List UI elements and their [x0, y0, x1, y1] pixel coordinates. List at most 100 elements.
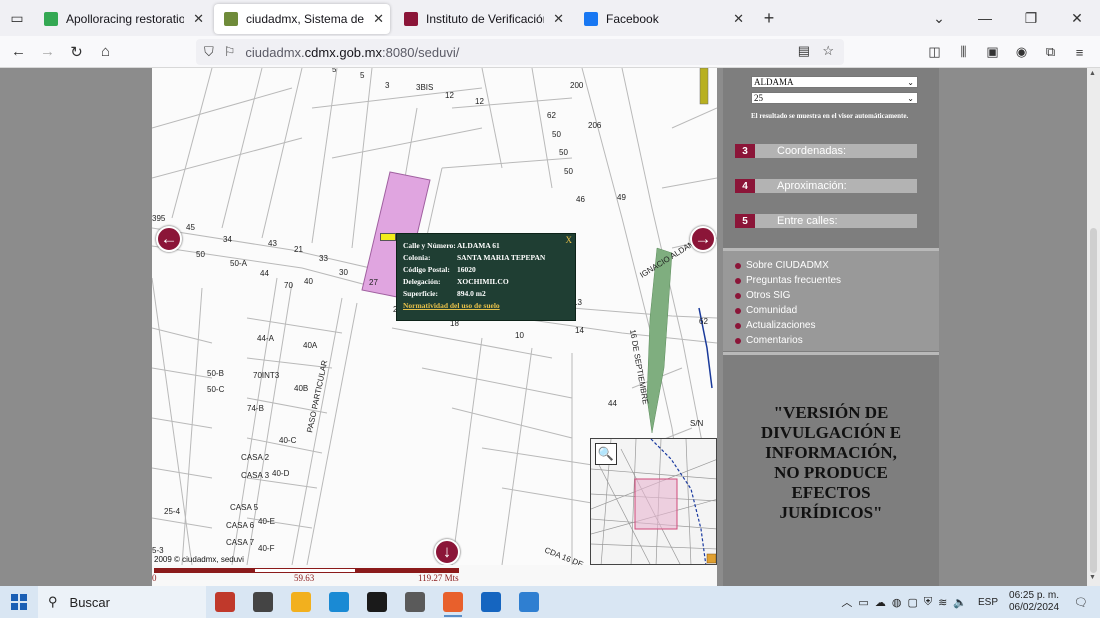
minimize-window-button[interactable]: —: [962, 10, 1008, 26]
street-number-label: 50-B: [207, 369, 224, 378]
cloud-icon[interactable]: ☁: [875, 596, 886, 609]
site-link[interactable]: Actualizaciones: [735, 320, 815, 331]
popup-key: Colonia:: [403, 253, 431, 262]
network-device-icon[interactable]: ▭: [858, 596, 868, 609]
back-button[interactable]: ←: [4, 43, 33, 60]
site-info-icon[interactable]: ⚐: [224, 44, 236, 60]
scale-mid: 59.63: [294, 573, 315, 583]
browser-tab[interactable]: ciudadmx, Sistema de Informac ✕: [214, 4, 390, 34]
amazon-button[interactable]: [396, 586, 434, 618]
site-link[interactable]: Comunidad: [735, 305, 797, 316]
chevron-down-icon: ⌄: [907, 94, 914, 103]
reload-button[interactable]: ↻: [62, 43, 91, 61]
new-tab-button[interactable]: +: [754, 8, 784, 29]
site-icon: [224, 12, 238, 26]
close-tab-icon[interactable]: ✕: [733, 11, 744, 27]
volume-icon[interactable]: 🔈: [953, 596, 967, 609]
library-icon[interactable]: ⫼: [949, 44, 978, 60]
file-explorer-button[interactable]: [282, 586, 320, 618]
browser-tab[interactable]: Facebook ✕: [574, 4, 750, 34]
account-icon[interactable]: ◉: [1007, 44, 1036, 60]
security-icon[interactable]: ⛨: [924, 596, 932, 609]
street-number-label: 395: [152, 214, 166, 223]
firefox-button[interactable]: [434, 586, 472, 618]
url-suffix: :8080/seduvi/: [381, 44, 460, 60]
scroll-thumb[interactable]: [1090, 228, 1097, 573]
tab-overflow-chevron-icon[interactable]: ⌄: [916, 10, 962, 27]
street-number-label: 50: [552, 130, 561, 139]
site-link[interactable]: Preguntas frecuentes: [735, 275, 841, 286]
dropbox-button[interactable]: [358, 586, 396, 618]
street-select[interactable]: ALDAMA ⌄: [751, 76, 918, 88]
chevron-up-icon[interactable]: ︿: [841, 594, 852, 610]
site-link[interactable]: Comentarios: [735, 335, 803, 346]
files-app-button[interactable]: [206, 586, 244, 618]
close-window-button[interactable]: ✕: [1054, 10, 1100, 27]
street-number-label: CASA 6: [226, 521, 255, 530]
reader-view-icon[interactable]: ▤: [798, 43, 810, 59]
page-scrollbar[interactable]: ▲ ▼: [1087, 68, 1100, 586]
map-viewer[interactable]: 5 5 3 3BIS 12 12 200 62 206 50 50 50 46 49 395 45 34 43 21…: [152, 68, 717, 565]
clock[interactable]: 06:25 p. m. 06/02/2024: [1006, 590, 1062, 614]
browser-tab[interactable]: Instituto de Verificación Admin ✕: [394, 4, 570, 34]
shield-icon[interactable]: ⛉: [204, 44, 214, 60]
notifications-icon[interactable]: 🗨: [1074, 596, 1088, 609]
taskbar-search[interactable]: ⚲ Buscar: [38, 586, 206, 618]
onedrive-icon[interactable]: ◍: [892, 596, 902, 609]
street-name-label: CDA 16 DE: [543, 546, 584, 565]
pan-south-button[interactable]: ↓: [434, 539, 460, 565]
mail-button[interactable]: [472, 586, 510, 618]
edge-browser-button[interactable]: [320, 586, 358, 618]
popup-row: Delegación: XOCHIMILCO: [403, 276, 569, 288]
pocket-icon[interactable]: ◫: [920, 44, 949, 60]
street-number-label: 14: [575, 326, 584, 335]
home-button[interactable]: ⌂: [91, 43, 120, 60]
site-link[interactable]: Sobre CIUDADMX: [735, 260, 829, 271]
popup-value: SANTA MARIA TEPEPAN: [457, 253, 546, 262]
forward-button[interactable]: →: [33, 43, 62, 60]
search-step[interactable]: 3 Coordenadas:: [735, 144, 917, 158]
overview-viewport[interactable]: [634, 478, 678, 530]
pan-east-button[interactable]: →: [690, 226, 716, 252]
tab-bar: ▭ Apolloracing restoration - Goo✕ciudadm…: [0, 0, 1100, 36]
chevron-down-icon: ⌄: [907, 78, 914, 87]
number-select[interactable]: 25 ⌄: [751, 92, 918, 104]
notice-line: INFORMACIÓN,: [765, 443, 897, 462]
step-number: 3: [735, 144, 755, 158]
extensions-icon[interactable]: ⧉: [1036, 44, 1065, 60]
menu-icon[interactable]: ≡: [1065, 45, 1094, 60]
mail-icon: [481, 592, 501, 612]
language-indicator[interactable]: ESP: [978, 597, 998, 608]
scroll-down-icon[interactable]: ▼: [1089, 574, 1096, 581]
pan-west-button[interactable]: ←: [156, 226, 182, 252]
display-icon[interactable]: ▢: [907, 596, 917, 609]
zoom-out-icon[interactable]: 🔍: [595, 443, 617, 465]
popup-key: Código Postal:: [403, 265, 450, 274]
task-view-button[interactable]: [244, 586, 282, 618]
search-step[interactable]: 4 Aproximación:: [735, 179, 917, 193]
photos-button[interactable]: [510, 586, 548, 618]
address-bar[interactable]: ⛉ ⚐ ciudadmx. cdmx.gob.mx:8080/seduvi/ ▤ …: [196, 39, 844, 65]
search-step[interactable]: 5 Entre calles:: [735, 214, 917, 228]
tab-label: Apolloracing restoration - Goo: [66, 12, 184, 26]
close-tab-icon[interactable]: ✕: [553, 11, 564, 27]
land-use-link[interactable]: Normatividad del uso de suelo: [403, 301, 569, 310]
site-link[interactable]: Otros SIG: [735, 290, 790, 301]
street-number-label: 62: [547, 111, 556, 120]
location-marker[interactable]: [380, 233, 396, 241]
street-number-label: 50: [564, 167, 573, 176]
sidebar-icon[interactable]: ▣: [978, 44, 1007, 60]
browser-tab[interactable]: Apolloracing restoration - Goo ✕: [34, 4, 210, 34]
close-tab-icon[interactable]: ✕: [373, 11, 384, 27]
bookmark-star-icon[interactable]: ☆: [822, 43, 834, 59]
start-button[interactable]: [0, 594, 38, 610]
close-tab-icon[interactable]: ✕: [193, 11, 204, 27]
overview-map[interactable]: 🔍: [590, 438, 717, 565]
scroll-up-icon[interactable]: ▲: [1089, 70, 1096, 77]
tab-list-button[interactable]: ▭: [0, 0, 34, 36]
street-number-label: 50: [559, 148, 568, 157]
wifi-icon[interactable]: ≋: [938, 596, 947, 609]
popup-close-button[interactable]: X: [566, 235, 573, 245]
popup-row: Superficie: 894.0 m2: [403, 288, 569, 300]
restore-window-button[interactable]: ❐: [1008, 10, 1054, 27]
